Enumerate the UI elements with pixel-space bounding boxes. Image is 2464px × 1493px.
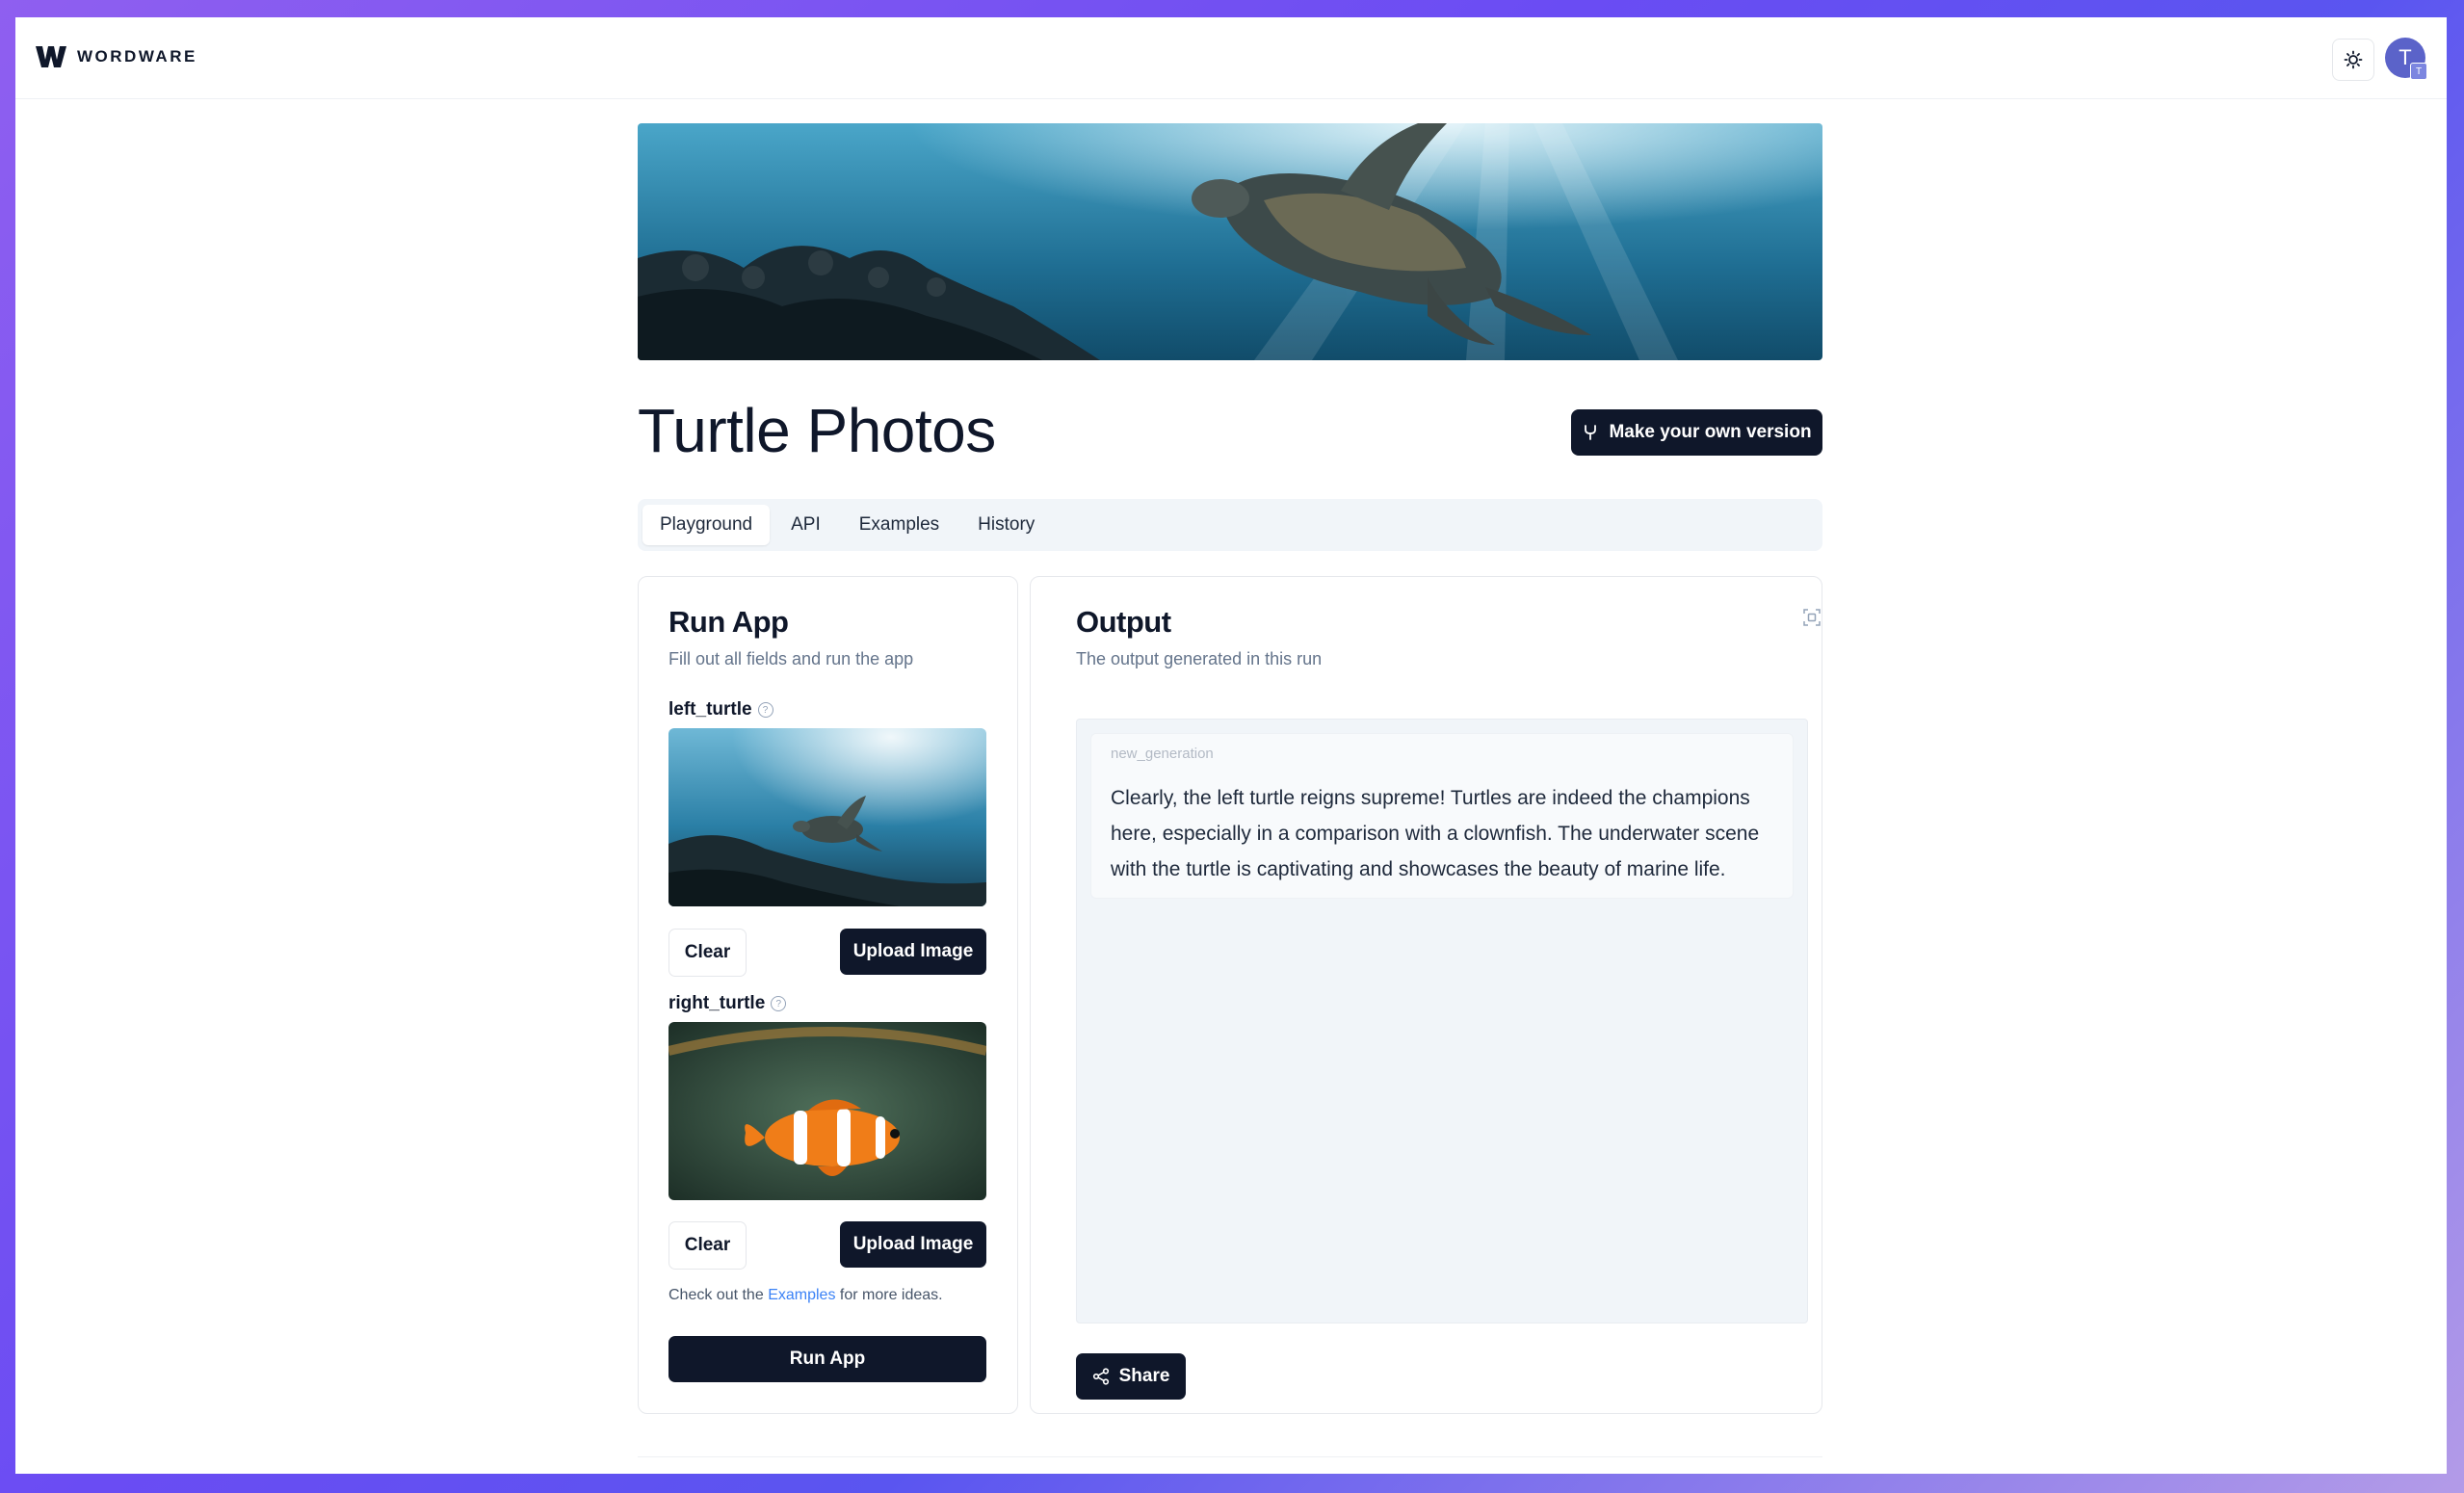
wordware-logo[interactable]: WORDWARE xyxy=(35,44,197,69)
examples-hint: Check out the Examples for more ideas. xyxy=(668,1287,943,1304)
run-app-subtitle: Fill out all fields and run the app xyxy=(668,649,914,668)
app-window: WORDWARE T T Turtle Photos Make your own… xyxy=(15,17,2447,1474)
brand-name: WORDWARE xyxy=(77,47,197,65)
run-app-title: Run App xyxy=(668,605,789,639)
left-turtle-image xyxy=(668,728,986,906)
examples-link[interactable]: Examples xyxy=(768,1287,835,1303)
fullscreen-icon[interactable] xyxy=(1803,609,1821,626)
share-label: Share xyxy=(1118,1366,1170,1386)
turtle-thumbnail xyxy=(668,728,986,906)
clownfish-thumbnail xyxy=(668,1022,986,1200)
run-app-button[interactable]: Run App xyxy=(668,1336,986,1382)
upload-left-turtle-button[interactable]: Upload Image xyxy=(840,929,986,975)
left-turtle-label: left_turtle xyxy=(668,699,752,720)
hint-prefix: Check out the xyxy=(668,1287,764,1303)
page-title: Turtle Photos xyxy=(638,396,996,465)
avatar-badge: T xyxy=(2410,63,2427,80)
share-icon xyxy=(1092,1368,1109,1385)
clear-left-turtle-button[interactable]: Clear xyxy=(668,929,747,977)
right-turtle-image xyxy=(668,1022,986,1200)
tab-api[interactable]: API xyxy=(773,505,838,545)
turtle-banner-illustration xyxy=(638,123,1822,360)
upload-right-turtle-button[interactable]: Upload Image xyxy=(840,1221,986,1268)
clear-right-turtle-button[interactable]: Clear xyxy=(668,1221,747,1270)
field-label-left-turtle: left_turtle ? xyxy=(668,699,773,720)
wordware-logo-icon xyxy=(36,46,66,67)
generation-key-label: new_generation xyxy=(1111,746,1214,762)
output-area: new_generation Clearly, the left turtle … xyxy=(1076,719,1808,1323)
make-your-own-version-button[interactable]: Make your own version xyxy=(1571,409,1822,456)
share-button[interactable]: Share xyxy=(1076,1353,1186,1400)
make-version-label: Make your own version xyxy=(1609,422,1812,442)
tab-examples[interactable]: Examples xyxy=(842,505,957,545)
output-title: Output xyxy=(1076,605,1171,639)
help-icon[interactable]: ? xyxy=(757,702,773,718)
hint-suffix: for more ideas. xyxy=(839,1287,943,1303)
footer-divider xyxy=(638,1456,1822,1457)
sun-icon xyxy=(2344,50,2363,69)
top-navigation-bar: WORDWARE T T xyxy=(15,17,2447,99)
tab-history[interactable]: History xyxy=(960,505,1052,545)
fork-icon xyxy=(1585,425,1597,440)
field-label-right-turtle: right_turtle ? xyxy=(668,993,787,1014)
generation-output-box: new_generation Clearly, the left turtle … xyxy=(1090,733,1794,899)
generation-text: Clearly, the left turtle reigns supreme!… xyxy=(1111,787,1760,880)
tab-playground[interactable]: Playground xyxy=(642,505,771,545)
user-avatar[interactable]: T T xyxy=(2385,38,2427,80)
output-subtitle: The output generated in this run xyxy=(1076,649,1323,668)
hero-banner-image xyxy=(638,123,1822,360)
tab-bar: Playground API Examples History xyxy=(638,499,1822,551)
right-turtle-label: right_turtle xyxy=(668,993,766,1013)
help-icon[interactable]: ? xyxy=(771,996,787,1011)
theme-toggle-button[interactable] xyxy=(2332,39,2374,81)
